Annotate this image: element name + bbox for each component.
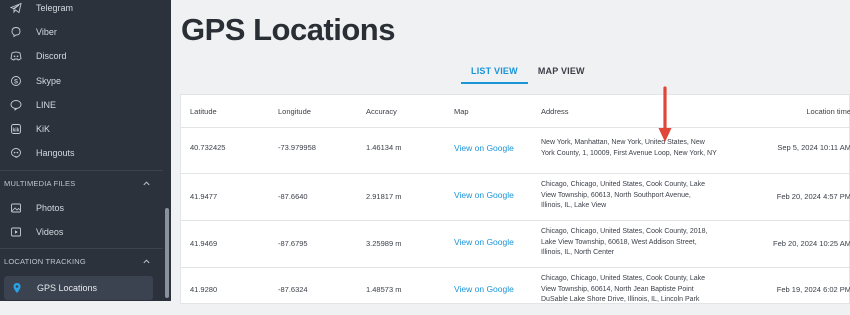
table-header: Latitude Longitude Accuracy Map Address …	[181, 95, 850, 128]
sidebar-item-label: KiK	[36, 124, 51, 134]
address-cell: Chicago, Chicago, United States, Cook Co…	[541, 180, 731, 212]
sidebar-item-label: Videos	[36, 227, 64, 237]
sidebar-item-label: Telegram	[36, 3, 74, 13]
address-line: New York, Manhattan, New York, United St…	[541, 139, 705, 146]
sidebar-item-label: Skype	[36, 76, 62, 86]
latitude-cell: 40.732425	[190, 143, 226, 152]
address-line: York County, 1, 10009, First Avenue Loop…	[541, 149, 717, 157]
sidebar-item-discord[interactable]: Discord	[0, 44, 163, 68]
column-header-location-time: Location time	[806, 107, 850, 116]
column-header-accuracy: Accuracy	[366, 107, 397, 116]
scrollbar-thumb[interactable]	[165, 208, 169, 298]
annotation-arrow	[658, 86, 672, 142]
multimedia-section-header[interactable]: MULTIMEDIA FILES	[0, 173, 163, 193]
longitude-cell: -87.6640	[278, 192, 308, 201]
sidebar-item-videos[interactable]: Videos	[0, 220, 163, 244]
accuracy-cell: 1.46134 m	[366, 143, 402, 152]
location-section-header[interactable]: LOCATION TRACKING	[0, 251, 163, 271]
column-header-address: Address	[541, 107, 569, 116]
table-row: 40.732425 -73.979958 1.46134 m View on G…	[181, 128, 850, 174]
chevron-up-icon	[143, 180, 150, 185]
column-header-longitude: Longitude	[278, 107, 311, 116]
view-on-google-link[interactable]: View on Google	[454, 237, 514, 247]
location-pin-icon	[11, 282, 23, 294]
address-cell: Chicago, Chicago, United States, Cook Co…	[541, 227, 731, 259]
chevron-up-icon	[143, 258, 150, 263]
address-line: Illinois, IL, North Center	[541, 249, 615, 256]
skype-icon: S	[10, 75, 22, 87]
line-icon	[10, 99, 22, 111]
sidebar-item-line[interactable]: LINE	[0, 93, 163, 117]
sidebar-item-viber[interactable]: Viber	[0, 20, 163, 44]
sidebar-item-telegram[interactable]: Telegram	[0, 0, 163, 20]
latitude-cell: 41.9280	[190, 285, 218, 294]
table-row: 41.9477 -87.6640 2.91817 m View on Googl…	[181, 174, 850, 221]
kik-icon: kik	[10, 123, 22, 135]
location-time-cell: Feb 20, 2024 10:25 AM	[773, 239, 850, 248]
photo-icon	[10, 202, 22, 214]
address-line: DuSable Lake Shore Drive, Illinois, IL, …	[541, 296, 700, 303]
sidebar-item-label: Discord	[36, 51, 67, 61]
svg-text:S: S	[14, 79, 18, 85]
page-title: GPS Locations	[181, 12, 395, 47]
sidebar-scrollbar[interactable]	[163, 0, 171, 301]
sidebar-item-skype[interactable]: S Skype	[0, 69, 163, 93]
address-line: Illinois, IL, Lake View	[541, 202, 607, 209]
address-line: View Township, 60614, North Jean Baptist…	[541, 285, 694, 293]
address-cell: New York, Manhattan, New York, United St…	[541, 138, 731, 159]
column-header-latitude: Latitude	[190, 107, 217, 116]
accuracy-cell: 3.25989 m	[366, 239, 402, 248]
section-title: LOCATION TRACKING	[4, 256, 86, 266]
location-time-cell: Feb 19, 2024 6:02 PM	[776, 285, 850, 294]
accuracy-cell: 2.91817 m	[366, 192, 402, 201]
sidebar-item-label: LINE	[36, 100, 57, 110]
accuracy-cell: 1.48573 m	[366, 285, 402, 294]
sidebar-item-label: Viber	[36, 27, 57, 37]
sidebar-item-hangouts[interactable]: Hangouts	[0, 141, 163, 165]
address-line: View Township, 60613, North Southport Av…	[541, 191, 691, 199]
svg-text:kik: kik	[13, 127, 20, 133]
location-time-cell: Feb 20, 2024 4:57 PM	[776, 192, 850, 201]
hangouts-icon	[10, 147, 22, 159]
sidebar-item-photos[interactable]: Photos	[0, 196, 163, 220]
telegram-icon	[10, 2, 22, 14]
longitude-cell: -87.6795	[278, 239, 308, 248]
sidebar-item-label: Hangouts	[36, 148, 75, 158]
location-time-cell: Sep 5, 2024 10:11 AM	[777, 143, 850, 152]
tab-map-view[interactable]: MAP VIEW	[528, 66, 595, 84]
view-on-google-link[interactable]: View on Google	[454, 190, 514, 200]
viber-icon	[10, 26, 22, 38]
table-row: 41.9280 -87.6324 1.48573 m View on Googl…	[181, 268, 850, 315]
latitude-cell: 41.9469	[190, 239, 218, 248]
sidebar-divider	[0, 248, 163, 249]
video-icon	[10, 226, 22, 238]
locations-table: Latitude Longitude Accuracy Map Address …	[180, 94, 850, 304]
sidebar-item-kik[interactable]: kik KiK	[0, 117, 163, 141]
longitude-cell: -87.6324	[278, 285, 308, 294]
sidebar-item-gps-locations[interactable]: GPS Locations	[4, 276, 153, 300]
sidebar-divider	[0, 170, 163, 171]
longitude-cell: -73.979958	[278, 143, 316, 152]
address-line: Chicago, Chicago, United States, Cook Co…	[541, 181, 706, 188]
tab-list-view[interactable]: LIST VIEW	[461, 66, 528, 84]
sidebar-item-label: Photos	[36, 203, 65, 213]
latitude-cell: 41.9477	[190, 192, 218, 201]
sidebar: Telegram Viber Discord S Skype LINE kik …	[0, 0, 163, 301]
discord-icon	[10, 50, 22, 62]
view-on-google-link[interactable]: View on Google	[454, 143, 514, 153]
address-line: Lake View Township, 60618, West Addison …	[541, 238, 697, 246]
address-line: Chicago, Chicago, United States, Cook Co…	[541, 228, 708, 235]
table-row: 41.9469 -87.6795 3.25989 m View on Googl…	[181, 221, 850, 268]
section-title: MULTIMEDIA FILES	[4, 178, 76, 188]
main-content: GPS Locations LIST VIEW MAP VIEW Latitud…	[171, 0, 850, 304]
address-line: Chicago, Chicago, United States, Cook Co…	[541, 275, 706, 282]
view-on-google-link[interactable]: View on Google	[454, 284, 514, 294]
sidebar-item-label: GPS Locations	[37, 283, 98, 293]
column-header-map: Map	[454, 107, 469, 116]
view-tabs: LIST VIEW MAP VIEW	[461, 66, 595, 84]
